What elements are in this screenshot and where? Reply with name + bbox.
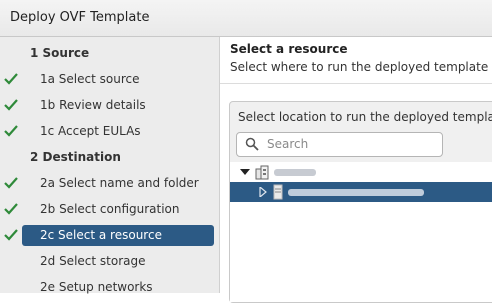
- datacenter-name-redacted: [274, 169, 316, 176]
- step-label: 2d Select storage: [40, 254, 146, 268]
- expand-arrow-icon[interactable]: [258, 187, 268, 197]
- resource-location-panel: Select location to run the deployed temp…: [229, 101, 492, 303]
- step-label: 1a Select source: [40, 72, 140, 86]
- step-label: 2 Destination: [30, 150, 121, 164]
- panel-title: Select location to run the deployed temp…: [238, 110, 492, 124]
- window-title: Deploy OVF Template: [10, 10, 150, 25]
- page-subtitle: Select where to run the deployed templat…: [230, 60, 489, 74]
- step-2c-select-resource[interactable]: 2c Select a resource: [0, 224, 219, 246]
- checkmark-icon: [4, 229, 18, 241]
- host-icon: [273, 184, 283, 200]
- step-label: 1 Source: [30, 46, 90, 60]
- step-2b-select-configuration[interactable]: 2b Select configuration: [0, 198, 219, 220]
- main-content: Select a resource Select where to run th…: [220, 37, 492, 303]
- datacenter-icon: [255, 165, 269, 180]
- step-label: 1b Review details: [40, 98, 146, 112]
- step-1a-select-source[interactable]: 1a Select source: [0, 68, 219, 90]
- tree-node-datacenter[interactable]: [230, 162, 492, 182]
- checkmark-icon: [4, 203, 18, 215]
- window-titlebar: Deploy OVF Template: [0, 0, 492, 37]
- step-2a-select-name-folder[interactable]: 2a Select name and folder: [0, 172, 219, 194]
- step-label: 2a Select name and folder: [40, 176, 199, 190]
- search-placeholder: Search: [267, 137, 309, 151]
- search-icon: [245, 137, 259, 151]
- tree-node-host[interactable]: [230, 182, 492, 202]
- step-1c-accept-eulas[interactable]: 1c Accept EULAs: [0, 120, 219, 142]
- wizard-steps-sidebar: 1 Source 1a Select source 1b Review deta…: [0, 37, 220, 294]
- step-2d-select-storage[interactable]: 2d Select storage: [0, 250, 219, 272]
- step-2-destination: 2 Destination: [0, 146, 219, 168]
- checkmark-icon: [4, 177, 18, 189]
- step-1b-review-details[interactable]: 1b Review details: [0, 94, 219, 116]
- host-name-redacted: [288, 189, 424, 196]
- collapse-arrow-icon[interactable]: [240, 167, 250, 177]
- step-label: 2e Setup networks: [40, 280, 153, 294]
- page-title: Select a resource: [230, 42, 348, 56]
- divider: [220, 83, 492, 84]
- step-label: 2b Select configuration: [40, 202, 180, 216]
- checkmark-icon: [4, 73, 18, 85]
- step-2e-setup-networks[interactable]: 2e Setup networks: [0, 276, 219, 298]
- checkmark-icon: [4, 99, 18, 111]
- search-input[interactable]: Search: [236, 132, 443, 157]
- checkmark-icon: [4, 125, 18, 137]
- step-label: 1c Accept EULAs: [40, 124, 141, 138]
- step-label: 2c Select a resource: [40, 228, 162, 242]
- step-1-source: 1 Source: [0, 42, 219, 64]
- resource-tree: [230, 162, 492, 302]
